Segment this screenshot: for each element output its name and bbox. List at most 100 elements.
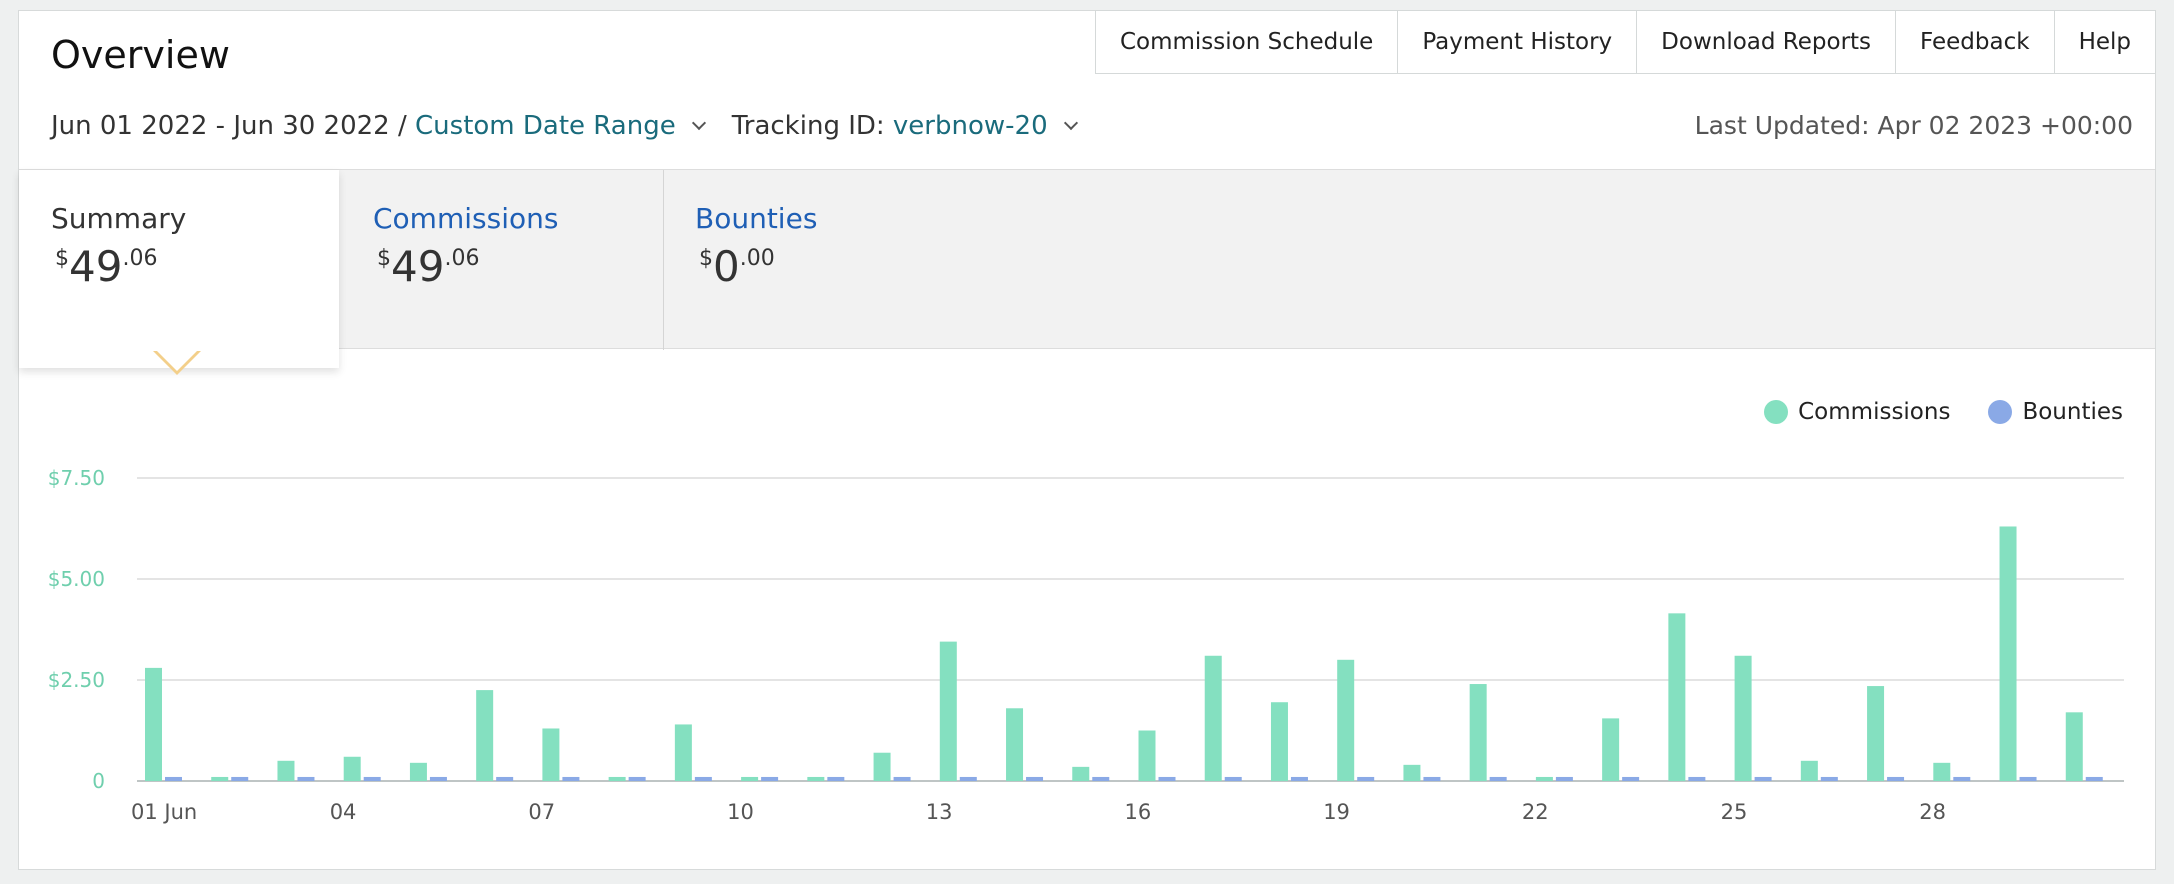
commission-bar[interactable]: [1535, 776, 1553, 781]
bounty-bar[interactable]: [1423, 776, 1441, 781]
bounty-bar[interactable]: [2085, 776, 2103, 781]
commissions-amount: $49.06: [377, 242, 479, 291]
x-tick-label: 25: [1721, 800, 1748, 824]
bounty-bar[interactable]: [1555, 776, 1573, 781]
page-title: Overview: [51, 33, 230, 77]
bounty-bar[interactable]: [1224, 776, 1242, 781]
amount-whole: 49: [69, 242, 123, 291]
commission-bar[interactable]: [939, 641, 957, 781]
commission-bar[interactable]: [1006, 708, 1024, 781]
tab-commissions[interactable]: Commissions $49.06: [341, 170, 663, 350]
x-tick-label: 28: [1919, 800, 1946, 824]
tracking-id-label: Tracking ID:: [731, 111, 885, 141]
commission-bar[interactable]: [1403, 764, 1421, 781]
commission-bar[interactable]: [476, 690, 494, 781]
bounty-bar[interactable]: [1820, 776, 1838, 781]
tab-bounties[interactable]: Bounties $0.00: [663, 170, 985, 350]
payment-history-button[interactable]: Payment History: [1397, 11, 1636, 73]
bounty-bar[interactable]: [628, 776, 646, 781]
x-tick-label: 10: [727, 800, 754, 824]
bounty-bar[interactable]: [363, 776, 381, 781]
commission-bar[interactable]: [1270, 702, 1288, 781]
bounty-bar[interactable]: [1026, 776, 1044, 781]
commission-bar[interactable]: [1204, 655, 1222, 781]
x-tick-label: 16: [1125, 800, 1152, 824]
bounty-bar[interactable]: [297, 776, 315, 781]
amount-cents: .06: [444, 246, 480, 271]
bounty-bar[interactable]: [1754, 776, 1772, 781]
bounty-bar[interactable]: [1887, 776, 1905, 781]
commission-bar[interactable]: [145, 667, 162, 781]
chart-legend: Commissions Bounties: [1726, 399, 2123, 425]
commission-bar[interactable]: [1999, 526, 2017, 781]
bounty-bar[interactable]: [827, 776, 845, 781]
bounty-bar[interactable]: [1092, 776, 1110, 781]
tracking-id-dropdown[interactable]: verbnow-20: [893, 111, 1048, 141]
commission-bar[interactable]: [807, 776, 825, 781]
commission-bar[interactable]: [1469, 684, 1487, 781]
commission-bar[interactable]: [542, 728, 560, 781]
bounties-amount: $0.00: [699, 242, 775, 291]
download-reports-button[interactable]: Download Reports: [1636, 11, 1895, 73]
commission-bar[interactable]: [211, 776, 229, 781]
date-range-dropdown[interactable]: Custom Date Range: [415, 111, 676, 141]
help-button[interactable]: Help: [2053, 11, 2155, 73]
commission-bar[interactable]: [1668, 613, 1686, 781]
commission-bar[interactable]: [1072, 766, 1090, 781]
bounty-bar[interactable]: [1290, 776, 1308, 781]
legend-bounties[interactable]: Bounties: [1988, 399, 2123, 425]
bounty-bar[interactable]: [959, 776, 977, 781]
bounty-bar[interactable]: [562, 776, 580, 781]
currency-symbol: $: [699, 246, 713, 271]
commission-bar[interactable]: [873, 752, 891, 781]
commission-bar[interactable]: [1933, 762, 1951, 781]
summary-tabs: Summary $49.06 Commissions $49.06 Bounti…: [19, 169, 2155, 368]
bounty-bar[interactable]: [1489, 776, 1507, 781]
bounty-bar[interactable]: [2019, 776, 2037, 781]
top-nav: Commission Schedule Payment History Down…: [1094, 10, 2156, 74]
x-tick-label: 04: [330, 800, 357, 824]
amount-cents: .06: [122, 246, 158, 271]
bounty-bar[interactable]: [1357, 776, 1375, 781]
amount-whole: 0: [713, 242, 740, 291]
chevron-down-icon[interactable]: [691, 115, 706, 131]
bounty-bar[interactable]: [1688, 776, 1706, 781]
y-tick-label: $5.00: [48, 567, 105, 591]
commission-bar[interactable]: [741, 776, 759, 781]
commission-bar[interactable]: [1734, 655, 1752, 781]
commission-bar[interactable]: [608, 776, 626, 781]
bounty-bar[interactable]: [1953, 776, 1971, 781]
feedback-button[interactable]: Feedback: [1895, 11, 2054, 73]
commission-bar[interactable]: [1337, 659, 1355, 781]
bounty-bar[interactable]: [694, 776, 712, 781]
amount-whole: 49: [391, 242, 445, 291]
commission-bar[interactable]: [1602, 718, 1620, 781]
commission-bar[interactable]: [343, 756, 361, 781]
bounty-bar[interactable]: [429, 776, 447, 781]
tab-summary-label: Summary: [51, 202, 187, 235]
bounty-bar[interactable]: [893, 776, 911, 781]
bounty-bar[interactable]: [1158, 776, 1176, 781]
last-updated: Last Updated: Apr 02 2023 +00:00: [1694, 111, 2133, 140]
bounties-dot-icon: [1988, 400, 2013, 424]
bounty-bar[interactable]: [231, 776, 249, 781]
commission-bar[interactable]: [1800, 760, 1818, 781]
tab-summary[interactable]: Summary $49.06: [19, 170, 339, 368]
commission-bar[interactable]: [674, 724, 692, 781]
tab-commissions-label: Commissions: [373, 202, 559, 235]
commission-bar[interactable]: [409, 762, 427, 781]
commission-bar[interactable]: [2065, 712, 2083, 781]
commission-schedule-button[interactable]: Commission Schedule: [1096, 11, 1397, 73]
bounty-bar[interactable]: [496, 776, 514, 781]
bounty-bar[interactable]: [1622, 776, 1640, 781]
commission-bar[interactable]: [1138, 730, 1156, 782]
summary-amount: $49.06: [55, 242, 157, 291]
chevron-down-icon[interactable]: [1063, 115, 1078, 131]
bounty-bar[interactable]: [761, 776, 779, 781]
commission-bar[interactable]: [277, 760, 295, 781]
bounty-bar[interactable]: [165, 776, 182, 781]
legend-commissions[interactable]: Commissions: [1764, 399, 1950, 425]
tab-bounties-label: Bounties: [695, 202, 818, 235]
commission-bar[interactable]: [1867, 686, 1885, 781]
date-range-text: Jun 01 2022 - Jun 30 2022 /: [51, 111, 407, 141]
